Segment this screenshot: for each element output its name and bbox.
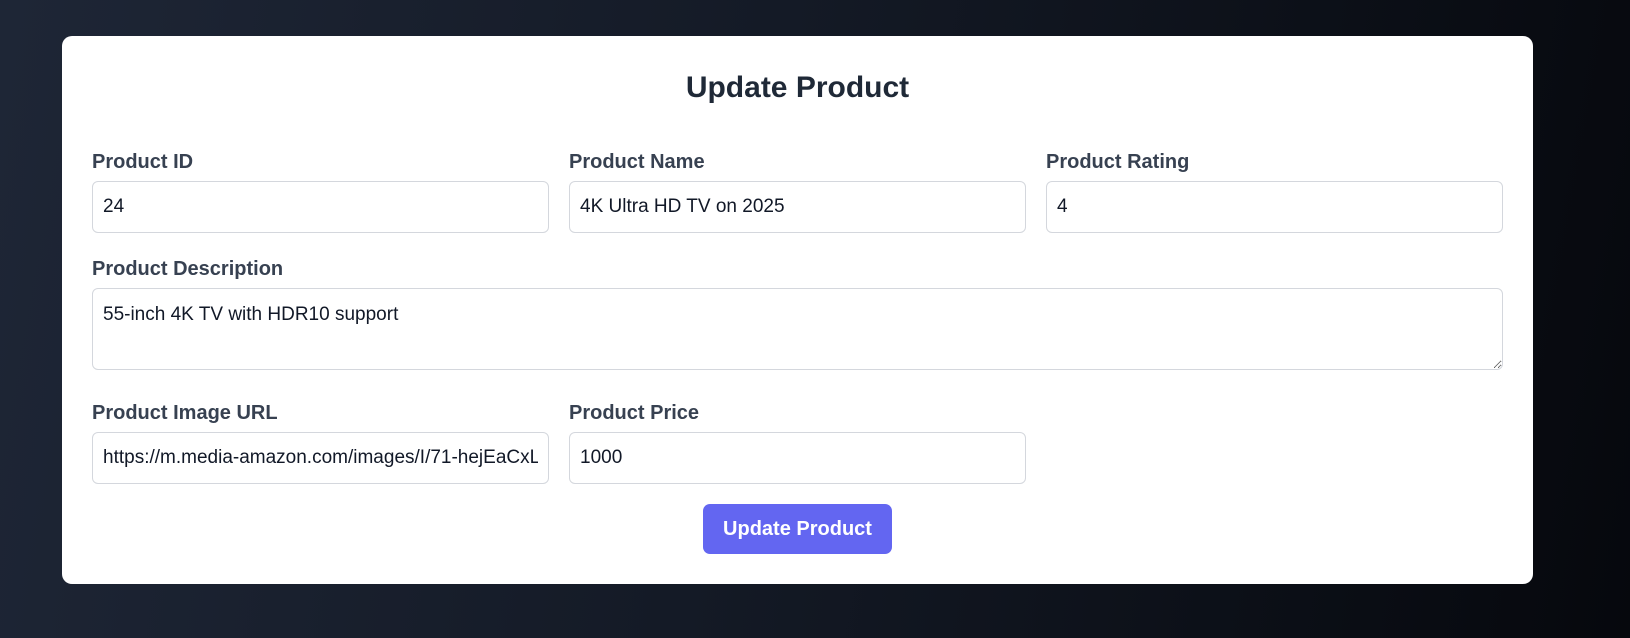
product-image-url-input[interactable] xyxy=(92,432,549,484)
product-description-label: Product Description xyxy=(92,258,284,280)
product-price-input[interactable] xyxy=(569,432,1026,484)
update-product-button[interactable]: Update Product xyxy=(703,504,892,554)
product-id-label: Product ID xyxy=(92,151,194,173)
product-name-input[interactable] xyxy=(569,181,1026,233)
product-description-textarea[interactable]: 55-inch 4K TV with HDR10 support xyxy=(92,288,1503,370)
product-id-input[interactable] xyxy=(92,181,549,233)
page-background: Update Product Product ID Product Name P… xyxy=(0,0,1630,638)
product-rating-input[interactable] xyxy=(1046,181,1503,233)
product-image-url-label: Product Image URL xyxy=(92,402,278,424)
product-name-label: Product Name xyxy=(569,151,705,173)
product-rating-label: Product Rating xyxy=(1046,151,1190,173)
product-price-label: Product Price xyxy=(569,402,700,424)
form-title: Update Product xyxy=(685,71,910,104)
